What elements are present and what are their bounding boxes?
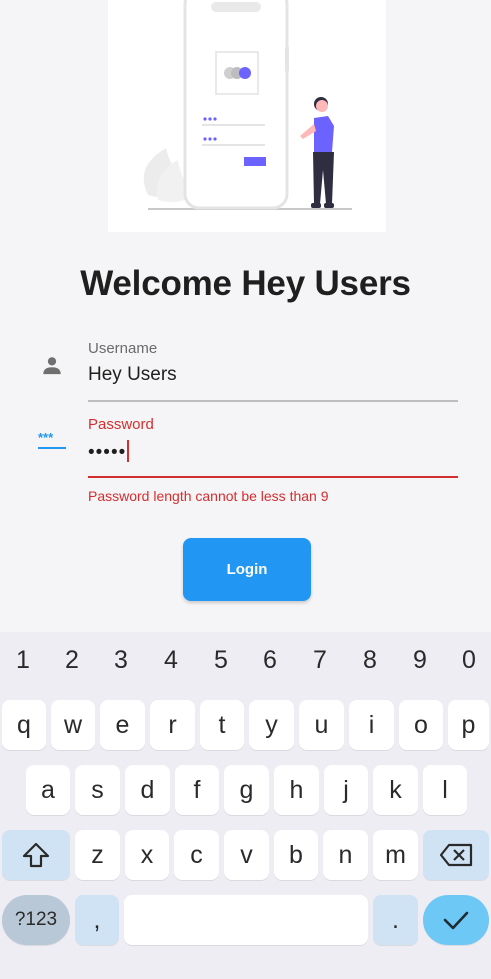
enter-key[interactable] [423, 895, 489, 945]
login-illustration [108, 0, 386, 232]
key-i[interactable]: i [349, 700, 394, 750]
login-button[interactable]: Login [183, 538, 311, 601]
key-m[interactable]: m [373, 830, 418, 880]
username-field[interactable]: Username Hey Users [30, 338, 458, 404]
key-6[interactable]: 6 [250, 646, 290, 675]
backspace-key[interactable] [423, 830, 489, 880]
key-b[interactable]: b [274, 830, 318, 880]
period-key[interactable]: . [373, 895, 418, 945]
password-label: Password [88, 416, 154, 433]
key-7[interactable]: 7 [300, 646, 340, 675]
key-8[interactable]: 8 [350, 646, 390, 675]
key-3[interactable]: 3 [101, 646, 141, 675]
username-label: Username [88, 340, 158, 357]
username-input[interactable]: Hey Users [88, 364, 177, 386]
password-underline [88, 476, 458, 478]
key-r[interactable]: r [150, 700, 195, 750]
key-9[interactable]: 9 [400, 646, 440, 675]
key-0[interactable]: 0 [449, 646, 489, 675]
comma-key[interactable]: , [75, 895, 119, 945]
key-q[interactable]: q [2, 700, 46, 750]
password-value: ••••• [88, 442, 127, 463]
username-underline [88, 400, 458, 402]
key-d[interactable]: d [125, 765, 170, 815]
key-n[interactable]: n [323, 830, 368, 880]
key-4[interactable]: 4 [151, 646, 191, 675]
key-g[interactable]: g [224, 765, 269, 815]
shift-icon [22, 842, 50, 868]
backspace-icon [439, 843, 473, 867]
key-v[interactable]: v [224, 830, 269, 880]
key-k[interactable]: k [373, 765, 418, 815]
keyboard-number-row: 1 2 3 4 5 6 7 8 9 0 [0, 646, 491, 682]
key-u[interactable]: u [299, 700, 344, 750]
key-t[interactable]: t [200, 700, 244, 750]
key-f[interactable]: f [175, 765, 219, 815]
key-l[interactable]: l [423, 765, 467, 815]
person-icon [30, 350, 74, 380]
symbols-key[interactable]: ?123 [2, 895, 70, 945]
key-p[interactable]: p [448, 700, 489, 750]
checkmark-icon [443, 911, 469, 930]
password-field[interactable]: *** Password ••••• Password length canno… [30, 414, 458, 514]
key-w[interactable]: w [51, 700, 95, 750]
text-cursor [127, 440, 130, 462]
key-5[interactable]: 5 [201, 646, 241, 675]
key-2[interactable]: 2 [52, 646, 92, 675]
key-h[interactable]: h [274, 765, 319, 815]
key-z[interactable]: z [75, 830, 120, 880]
space-key[interactable] [124, 895, 368, 945]
key-j[interactable]: j [324, 765, 368, 815]
page-title: Welcome Hey Users [80, 264, 411, 303]
soft-keyboard: 1 2 3 4 5 6 7 8 9 0 q w e r t y u i o p … [0, 632, 491, 979]
key-c[interactable]: c [174, 830, 219, 880]
shift-key[interactable] [2, 830, 70, 880]
svg-text:***: *** [38, 430, 54, 445]
key-y[interactable]: y [249, 700, 294, 750]
key-a[interactable]: a [26, 765, 70, 815]
key-s[interactable]: s [75, 765, 120, 815]
password-error: Password length cannot be less than 9 [88, 488, 329, 504]
key-o[interactable]: o [399, 700, 443, 750]
password-input[interactable]: ••••• [88, 440, 130, 464]
key-e[interactable]: e [100, 700, 145, 750]
password-icon: *** [30, 426, 74, 456]
key-1[interactable]: 1 [3, 646, 43, 675]
key-x[interactable]: x [125, 830, 169, 880]
